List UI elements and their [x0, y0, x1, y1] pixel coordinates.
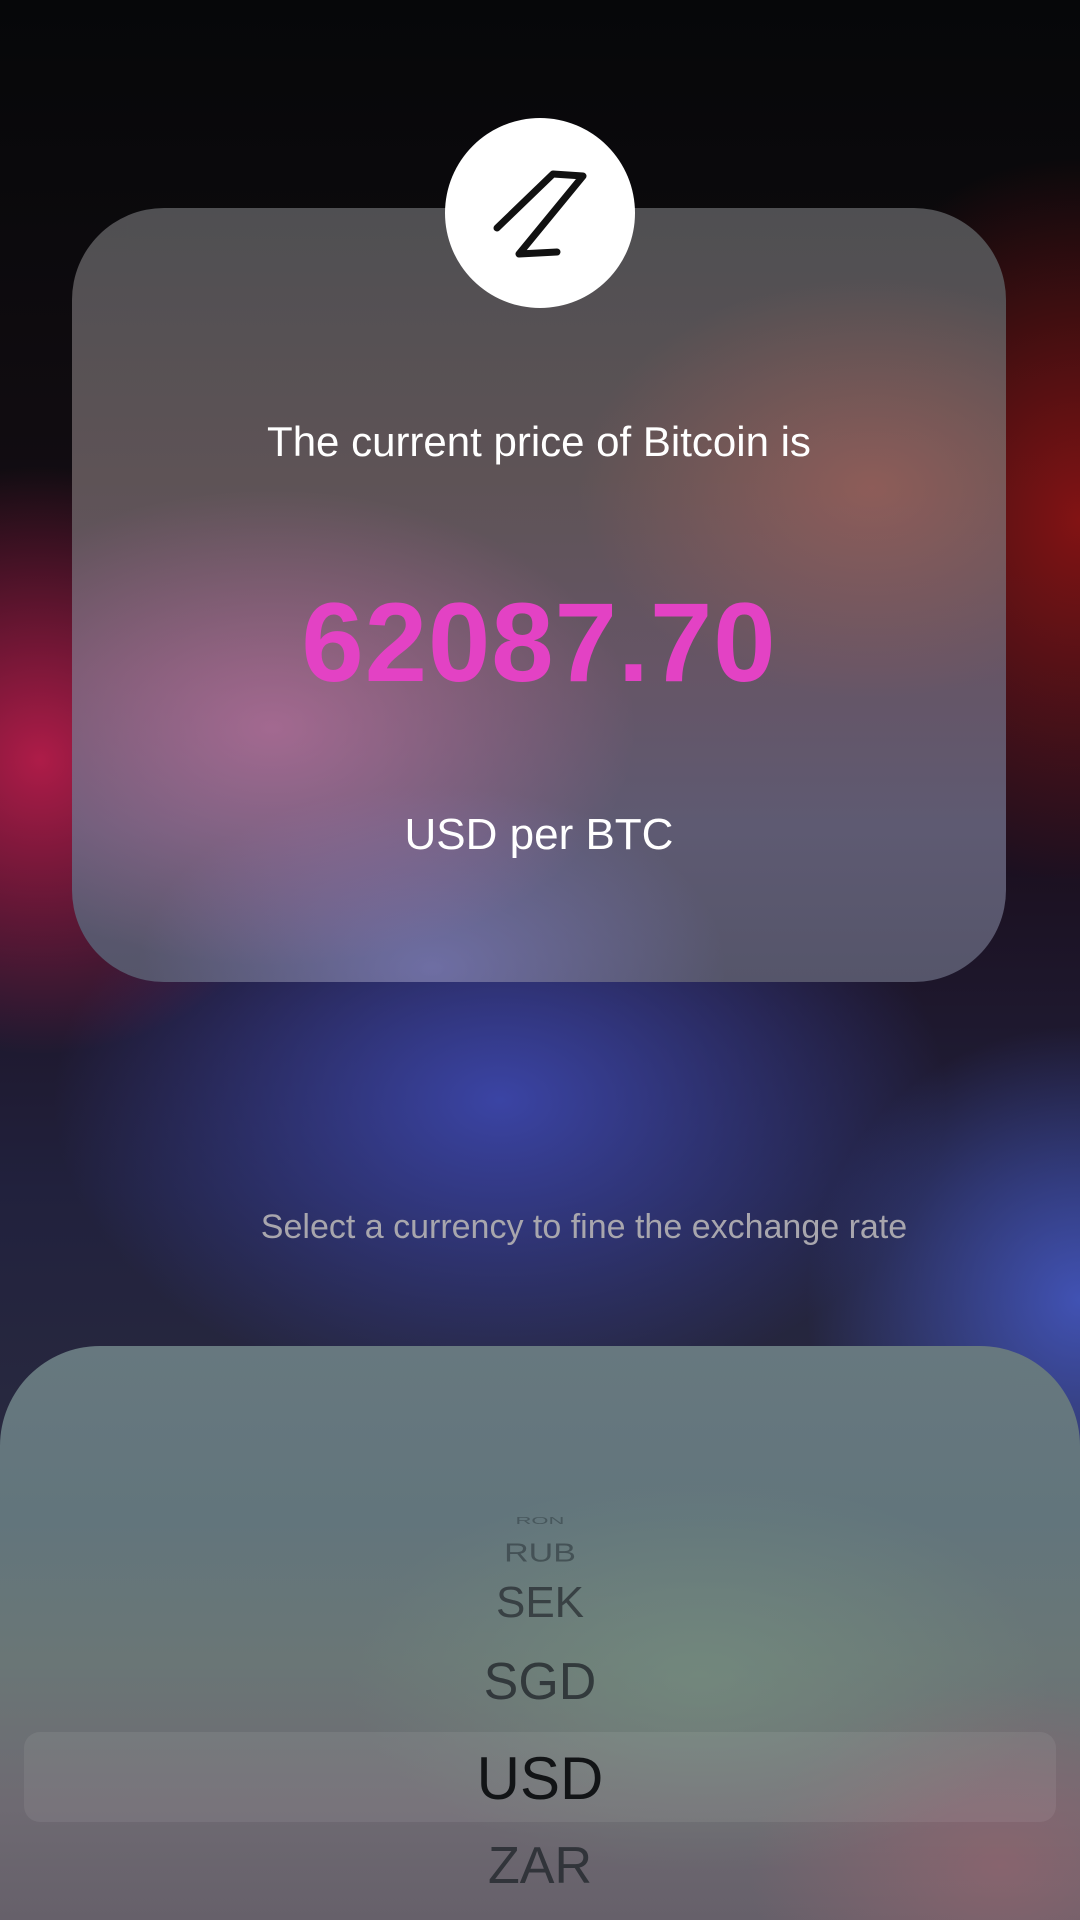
currency-picker[interactable]: RON RUB SEK SGD USD ZAR — [0, 1346, 1080, 1920]
price-label: The current price of Bitcoin is — [267, 418, 811, 465]
price-value: 62087.70 — [301, 580, 777, 705]
app-logo — [445, 118, 635, 308]
instruction-text: Select a currency to fine the exchange r… — [260, 1208, 908, 1246]
picker-item[interactable]: SEK — [0, 1578, 1080, 1628]
currency-sheet: RON RUB SEK SGD USD ZAR — [0, 1346, 1080, 1920]
price-unit: USD per BTC — [404, 810, 674, 859]
picker-item[interactable]: SGD — [0, 1652, 1080, 1712]
picker-item[interactable]: ZAR — [0, 1836, 1080, 1896]
price-card: The current price of Bitcoin is 62087.70… — [72, 208, 1006, 982]
picker-item[interactable]: RUB — [0, 1539, 1080, 1568]
picker-item-selected[interactable]: USD — [0, 1744, 1080, 1813]
picker-item[interactable]: RON — [0, 1515, 1080, 1527]
z-logo-icon — [493, 170, 587, 258]
